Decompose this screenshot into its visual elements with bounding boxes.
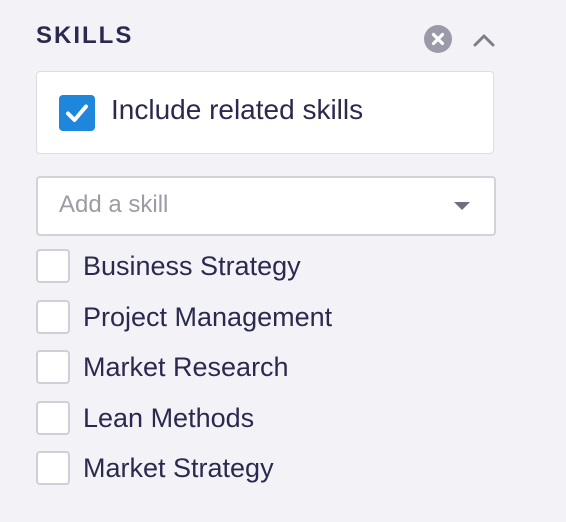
skill-label: Project Management xyxy=(83,301,333,332)
include-related-skills-option: Include related skills xyxy=(36,71,494,154)
skill-list: Business Strategy Project Management Mar… xyxy=(36,247,496,500)
include-related-skills-checkbox[interactable] xyxy=(59,95,95,131)
skill-checkbox[interactable] xyxy=(36,350,70,384)
skill-label: Market Research xyxy=(83,352,289,382)
skill-item-lean-methods: Lean Methods xyxy=(36,399,496,450)
skill-label: Market Strategy xyxy=(83,453,274,483)
add-skill-dropdown[interactable]: Add a skill xyxy=(36,176,496,236)
skills-filter-panel: SKILLS Include related skills Add a skil… xyxy=(36,0,496,522)
skill-checkbox[interactable] xyxy=(36,400,70,435)
chevron-up-icon xyxy=(473,34,495,47)
skill-checkbox[interactable] xyxy=(36,299,70,334)
skill-item-market-research: Market Research xyxy=(36,348,496,399)
skill-item-market-strategy: Market Strategy xyxy=(36,449,496,500)
collapse-button[interactable] xyxy=(470,26,498,54)
include-related-skills-label: Include related skills xyxy=(111,94,364,125)
skill-item-project-management: Project Management xyxy=(36,298,496,349)
skill-label: Business Strategy xyxy=(83,251,301,281)
skill-label: Lean Methods xyxy=(83,402,255,433)
skills-title: SKILLS xyxy=(36,22,134,49)
skill-checkbox[interactable] xyxy=(36,249,70,283)
close-circle-icon xyxy=(431,32,445,46)
clear-skills-button[interactable] xyxy=(424,25,452,53)
add-skill-placeholder: Add a skill xyxy=(59,191,169,218)
skill-checkbox[interactable] xyxy=(36,451,70,485)
caret-down-icon xyxy=(454,202,470,210)
skills-header: SKILLS xyxy=(36,18,496,54)
checkmark-icon xyxy=(66,104,88,122)
skill-item-business-strategy: Business Strategy xyxy=(36,247,496,298)
